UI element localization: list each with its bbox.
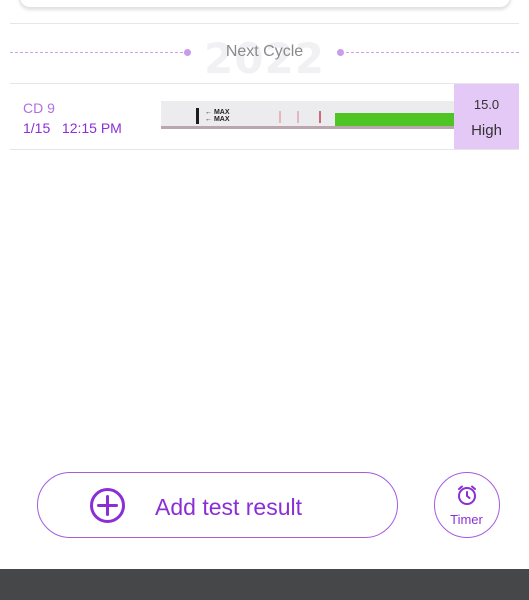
divider (10, 23, 519, 24)
strip-edge (161, 126, 454, 129)
dashed-line-right (341, 52, 519, 53)
test-strip-image: ← MAX ← MAX (161, 101, 454, 129)
result-level: High (471, 122, 502, 139)
strip-handle (335, 113, 454, 126)
result-score: 15.0 (473, 97, 500, 112)
divider (10, 149, 519, 150)
add-test-result-label: Add test result (155, 494, 303, 520)
strip-test-line (319, 111, 321, 123)
strip-faint-line (279, 111, 281, 123)
test-date: 1/15 (23, 120, 51, 136)
previous-card (19, 0, 511, 8)
cycle-day-label: CD 9 (23, 100, 55, 116)
plus-circle-icon (90, 488, 125, 523)
strip-max-text: ← MAX (205, 109, 230, 116)
bottom-navigation-bar (0, 569, 529, 600)
strip-max-line (196, 108, 199, 124)
test-time: 12:15 PM (61, 120, 122, 136)
strip-faint-line (297, 111, 299, 123)
cycle-divider: 2022 Next Cycle (10, 34, 519, 83)
test-datetime: 1/15 12:15 PM (23, 120, 122, 136)
result-score-box: 15.0 High (454, 84, 519, 149)
add-test-result-button[interactable]: Add test result (37, 472, 398, 538)
strip-max-text: ← MAX (205, 116, 230, 123)
alarm-clock-icon (458, 485, 476, 505)
test-result-row[interactable]: CD 9 1/15 12:15 PM ← MAX ← MAX 15.0 High (10, 84, 519, 149)
timer-button[interactable]: Timer (434, 472, 500, 538)
timer-label: Timer (450, 512, 483, 527)
